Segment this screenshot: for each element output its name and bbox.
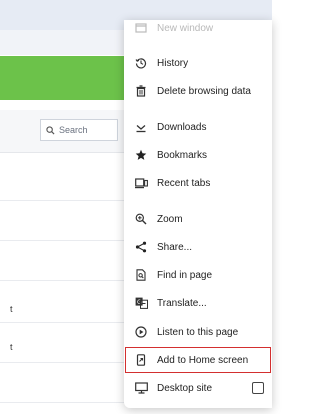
delete-icon bbox=[134, 84, 148, 98]
menu-item-downloads[interactable]: Downloads bbox=[124, 113, 272, 141]
menu-item-label: Translate... bbox=[157, 297, 207, 309]
menu-item-label: Desktop site bbox=[157, 382, 213, 394]
history-icon bbox=[134, 56, 148, 70]
menu-item-label: Listen to this page bbox=[157, 326, 239, 338]
menu-item-translate[interactable]: G Translate... bbox=[124, 289, 272, 317]
menu-item-label: Share... bbox=[157, 241, 193, 253]
menu-item-label: History bbox=[157, 57, 189, 69]
add-to-home-icon bbox=[134, 353, 148, 367]
row-text: t bbox=[10, 304, 13, 314]
search-input[interactable]: Search bbox=[40, 119, 118, 141]
menu-item-history[interactable]: History bbox=[124, 49, 272, 77]
search-icon bbox=[46, 125, 55, 135]
download-icon bbox=[134, 120, 148, 134]
new-window-icon bbox=[134, 21, 148, 35]
menu-item-label: Zoom bbox=[157, 213, 183, 225]
find-in-page-icon bbox=[134, 268, 148, 282]
menu-item-delete-browsing-data[interactable]: Delete browsing data bbox=[124, 77, 272, 105]
share-icon bbox=[134, 240, 148, 254]
listen-icon bbox=[134, 325, 148, 339]
menu-item-recent-tabs[interactable]: Recent tabs bbox=[124, 169, 272, 197]
menu-item-find-in-page[interactable]: Find in page bbox=[124, 261, 272, 289]
menu-item-label: New window bbox=[157, 22, 214, 34]
overflow-menu: New window History Delete browsing data … bbox=[124, 20, 272, 408]
zoom-icon bbox=[134, 212, 148, 226]
menu-item-bookmarks[interactable]: Bookmarks bbox=[124, 141, 272, 169]
star-icon bbox=[134, 148, 148, 162]
menu-item-label: Recent tabs bbox=[157, 177, 211, 189]
menu-item-new-window[interactable]: New window bbox=[124, 20, 272, 42]
menu-item-label: Downloads bbox=[157, 121, 207, 133]
menu-item-add-to-home-screen[interactable]: Add to Home screen bbox=[124, 346, 272, 374]
menu-item-label: Bookmarks bbox=[157, 149, 208, 161]
desktop-site-checkbox[interactable] bbox=[252, 382, 264, 394]
menu-item-label: Find in page bbox=[157, 269, 213, 281]
menu-item-listen-to-this-page[interactable]: Listen to this page bbox=[124, 318, 272, 346]
menu-item-zoom[interactable]: Zoom bbox=[124, 205, 272, 233]
row-text: t bbox=[10, 342, 13, 352]
desktop-icon bbox=[134, 381, 148, 395]
search-placeholder: Search bbox=[59, 125, 88, 135]
recent-tabs-icon bbox=[134, 176, 148, 190]
menu-item-label: Delete browsing data bbox=[157, 85, 251, 97]
menu-item-label: Add to Home screen bbox=[157, 354, 249, 366]
menu-item-share[interactable]: Share... bbox=[124, 233, 272, 261]
menu-item-desktop-site[interactable]: Desktop site bbox=[124, 374, 272, 402]
translate-icon: G bbox=[134, 296, 148, 310]
